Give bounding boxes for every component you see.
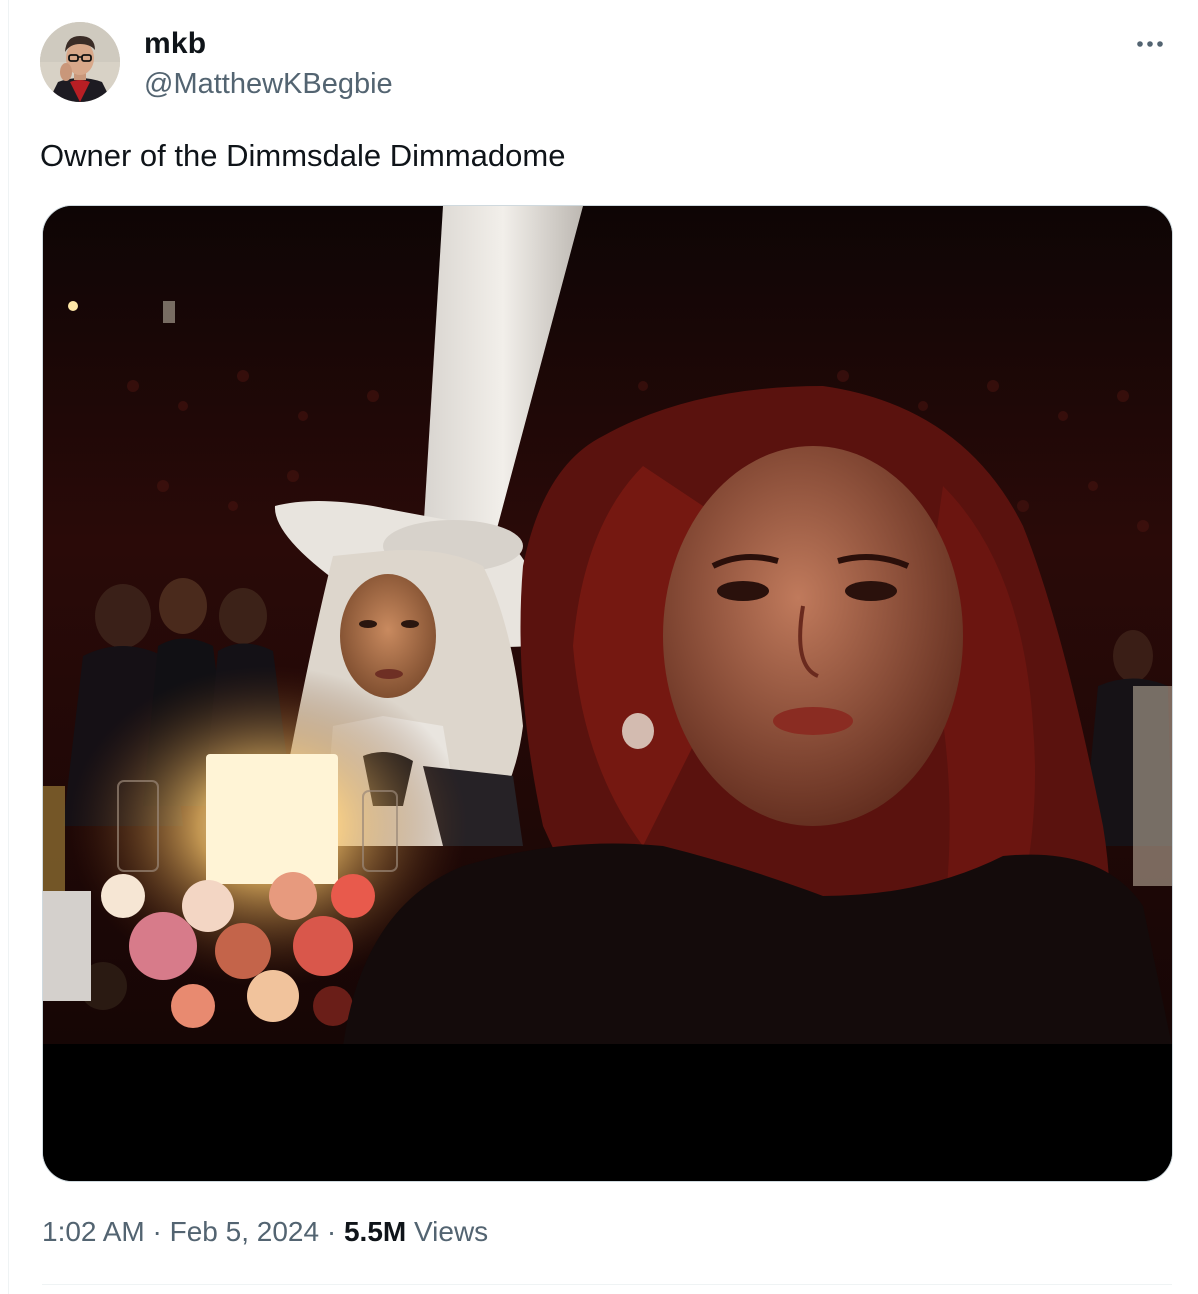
photo-image bbox=[43, 206, 1172, 1181]
meta-separator: · bbox=[152, 1216, 162, 1247]
avatar[interactable] bbox=[40, 22, 120, 102]
tweet-photo[interactable] bbox=[42, 205, 1173, 1182]
tweet-text: Owner of the Dimmsdale Dimmadome bbox=[40, 138, 566, 173]
tweet-metadata: 1:02 AM · Feb 5, 2024 · 5.5M Views bbox=[42, 1214, 488, 1250]
profile-photo-icon bbox=[40, 22, 120, 102]
divider bbox=[42, 1284, 1172, 1285]
tweet-time[interactable]: 1:02 AM bbox=[42, 1216, 145, 1247]
views-label: Views bbox=[414, 1216, 489, 1247]
more-horizontal-icon bbox=[1137, 41, 1163, 47]
tweet-date[interactable]: Feb 5, 2024 bbox=[170, 1216, 319, 1247]
more-options-button[interactable] bbox=[1128, 26, 1172, 62]
author-display-name[interactable]: mkb bbox=[144, 26, 206, 62]
tweet[interactable]: mkb @MatthewKBegbie Owner of the Dimmsda… bbox=[0, 0, 1198, 1294]
author-handle[interactable]: @MatthewKBegbie bbox=[144, 66, 393, 102]
meta-separator: · bbox=[326, 1216, 337, 1247]
views-count: 5.5M bbox=[343, 1216, 407, 1247]
